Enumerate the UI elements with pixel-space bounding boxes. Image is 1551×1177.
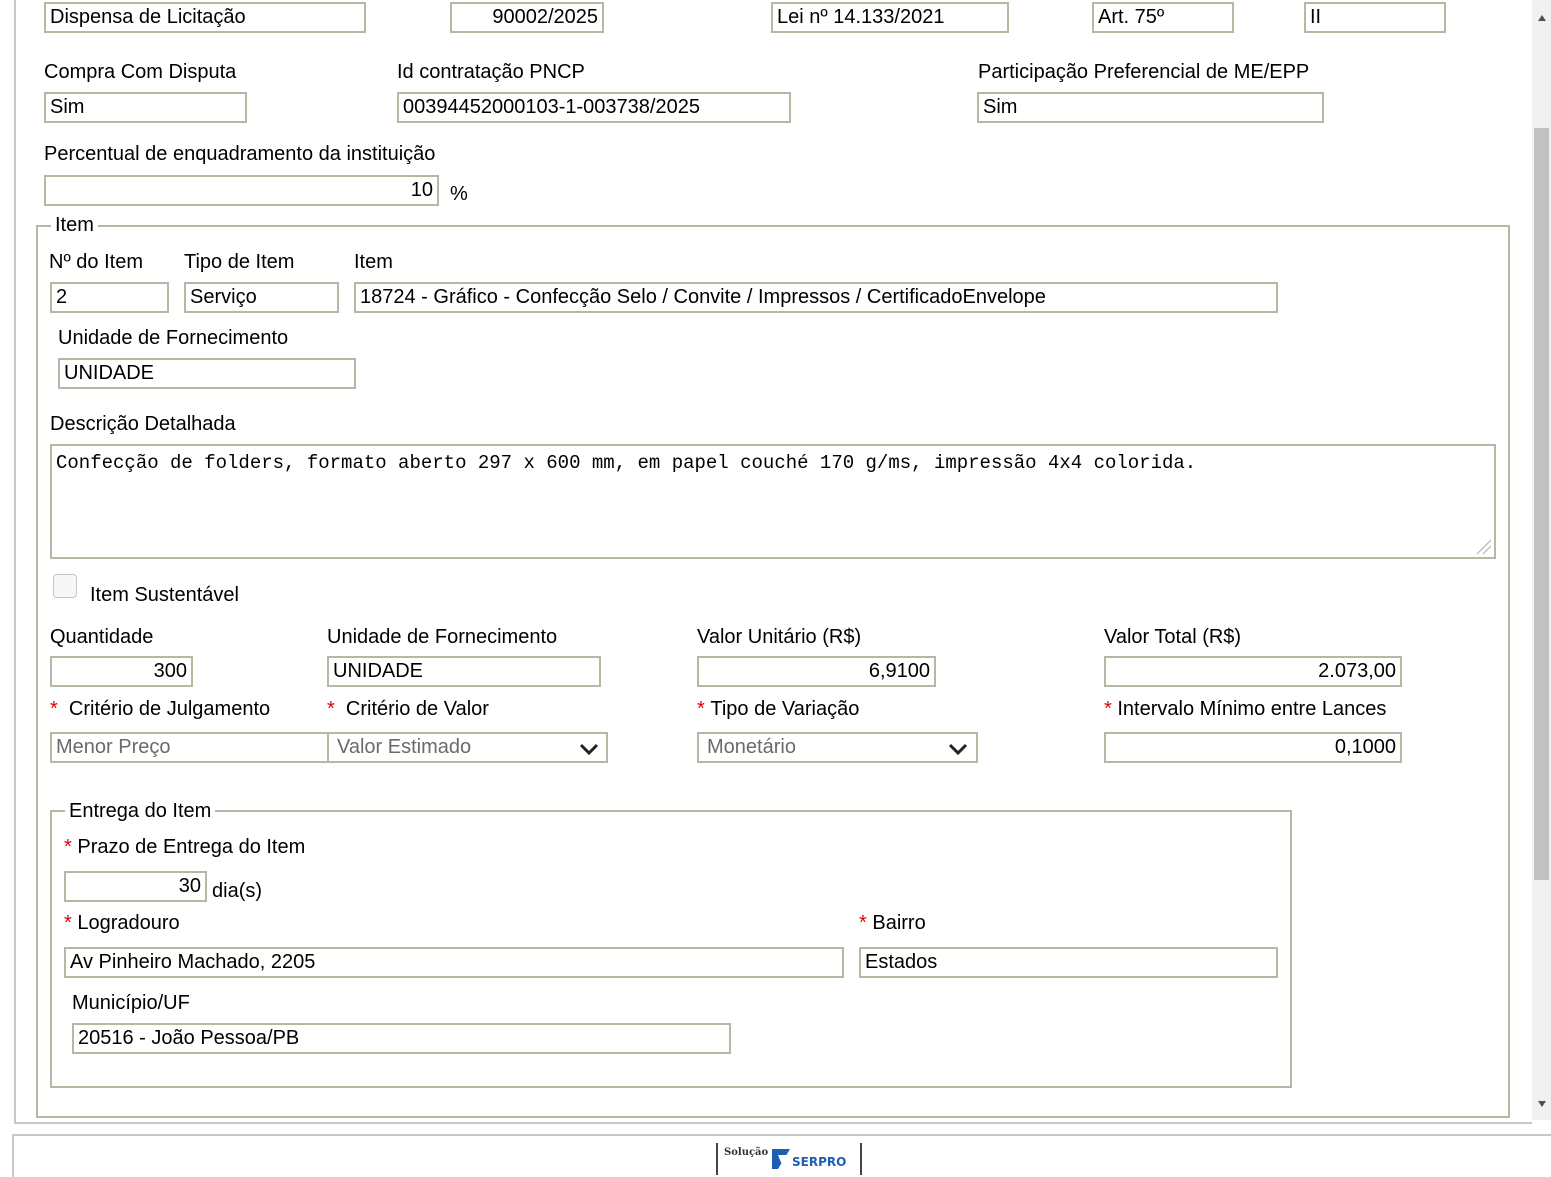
required-mark: * (327, 698, 335, 720)
dialog-left-border (14, 0, 16, 1124)
chevron-down-icon[interactable] (947, 741, 969, 757)
descricao-label: Descrição Detalhada (50, 413, 236, 435)
lei-field[interactable]: Lei nº 14.133/2021 (771, 2, 1009, 33)
sustentavel-label: Item Sustentável (90, 584, 239, 606)
sustentavel-checkbox[interactable] (53, 574, 77, 598)
item-field[interactable]: 18724 - Gráfico - Confecção Selo / Convi… (354, 282, 1278, 313)
prazo-unit: dia(s) (212, 880, 263, 902)
tipo-item-label: Tipo de Item (184, 251, 295, 273)
required-mark: * (64, 912, 72, 934)
required-mark: * (1104, 698, 1112, 720)
bairro-text: Bairro (872, 912, 926, 934)
resize-grip-icon[interactable] (1474, 537, 1492, 555)
numero-item-label: Nº do Item (49, 251, 144, 273)
prazo-text: Prazo de Entrega do Item (77, 836, 306, 858)
required-mark: * (50, 698, 58, 720)
participacao-label: Participação Preferencial de ME/EPP (978, 61, 1310, 83)
tipo-item-field[interactable]: Serviço (184, 282, 339, 313)
bairro-field[interactable]: Estados (859, 947, 1278, 978)
participacao-field[interactable]: Sim (977, 92, 1324, 123)
inciso-field[interactable]: II (1304, 2, 1446, 33)
id-contratacao-label: Id contratação PNCP (397, 61, 585, 83)
descricao-textarea[interactable]: Confecção de folders, formato aberto 297… (50, 444, 1496, 559)
valor-unitario-field[interactable]: 6,9100 (697, 656, 936, 687)
artigo-field[interactable]: Art. 75º (1092, 2, 1234, 33)
bairro-label: * Bairro (859, 912, 926, 934)
serpro-mark-icon (772, 1149, 790, 1169)
unidade-fornecimento-field[interactable]: UNIDADE (58, 358, 356, 389)
arrow-down-icon[interactable] (1537, 1100, 1547, 1108)
intervalo-field[interactable]: 0,1000 (1104, 732, 1402, 763)
quantidade-field[interactable]: 300 (50, 656, 193, 687)
unidade-fornecimento-2-field[interactable]: UNIDADE (327, 656, 601, 687)
valor-total-label: Valor Total (R$) (1104, 626, 1242, 648)
scrollbar-thumb[interactable] (1534, 128, 1549, 880)
criterio-julgamento-label: * Critério de Julgamento (50, 698, 270, 720)
intervalo-label: * Intervalo Mínimo entre Lances (1104, 698, 1386, 720)
compra-com-disputa-label: Compra Com Disputa (44, 61, 237, 83)
required-mark: * (859, 912, 867, 934)
criterio-valor-selected: Valor Estimado (337, 736, 472, 758)
required-mark: * (697, 698, 705, 720)
entrega-legend: Entrega do Item (65, 800, 216, 822)
quantidade-label: Quantidade (50, 626, 154, 648)
unidade-fornecimento-2-label: Unidade de Fornecimento (327, 626, 558, 648)
percentual-unit: % (450, 183, 468, 205)
item-legend: Item (51, 214, 98, 236)
unidade-fornecimento-label: Unidade de Fornecimento (58, 327, 289, 349)
logradouro-text: Logradouro (77, 912, 180, 934)
compra-com-disputa-field[interactable]: Sim (44, 92, 247, 123)
tipo-variacao-text: Tipo de Variação (710, 698, 860, 720)
percentual-label: Percentual de enquadramento da instituiç… (44, 143, 436, 165)
valor-unitario-label: Valor Unitário (R$) (697, 626, 862, 648)
criterio-valor-text: Critério de Valor (345, 698, 489, 720)
tipo-variacao-select[interactable]: Monetário (697, 732, 978, 763)
prazo-label: * Prazo de Entrega do Item (64, 836, 305, 858)
criterio-julgamento-text: Critério de Julgamento (68, 698, 271, 720)
numero-compra-field[interactable]: 90002/2025 (450, 2, 604, 33)
id-contratacao-field[interactable]: 00394452000103-1-003738/2025 (397, 92, 791, 123)
valor-total-field[interactable]: 2.073,00 (1104, 656, 1402, 687)
tipo-variacao-label: * Tipo de Variação (697, 698, 859, 720)
prazo-field[interactable]: 30 (64, 871, 207, 902)
logo-brand-text: SERPRO (792, 1155, 847, 1169)
intervalo-text: Intervalo Mínimo entre Lances (1117, 698, 1387, 720)
municipio-field[interactable]: 20516 - João Pessoa/PB (72, 1023, 731, 1054)
logo-solucao-text: Solução (724, 1147, 769, 1158)
serpro-logo: Solução SERPRO (716, 1143, 862, 1175)
numero-item-field[interactable]: 2 (50, 282, 169, 313)
dialog-bottom-border (14, 1122, 1532, 1124)
item-label: Item (354, 251, 393, 273)
modalidade-field[interactable]: Dispensa de Licitação (44, 2, 366, 33)
municipio-label: Município/UF (72, 992, 190, 1014)
criterio-julgamento-field[interactable]: Menor Preço (50, 732, 330, 763)
required-mark: * (64, 836, 72, 858)
criterio-valor-select[interactable]: Valor Estimado (327, 732, 608, 763)
criterio-valor-label: * Critério de Valor (327, 698, 489, 720)
tipo-variacao-selected: Monetário (707, 736, 796, 758)
chevron-down-icon[interactable] (578, 741, 600, 757)
logradouro-label: * Logradouro (64, 912, 180, 934)
logradouro-field[interactable]: Av Pinheiro Machado, 2205 (64, 947, 844, 978)
percentual-field[interactable]: 10 (44, 175, 439, 206)
arrow-up-icon[interactable] (1537, 14, 1547, 22)
